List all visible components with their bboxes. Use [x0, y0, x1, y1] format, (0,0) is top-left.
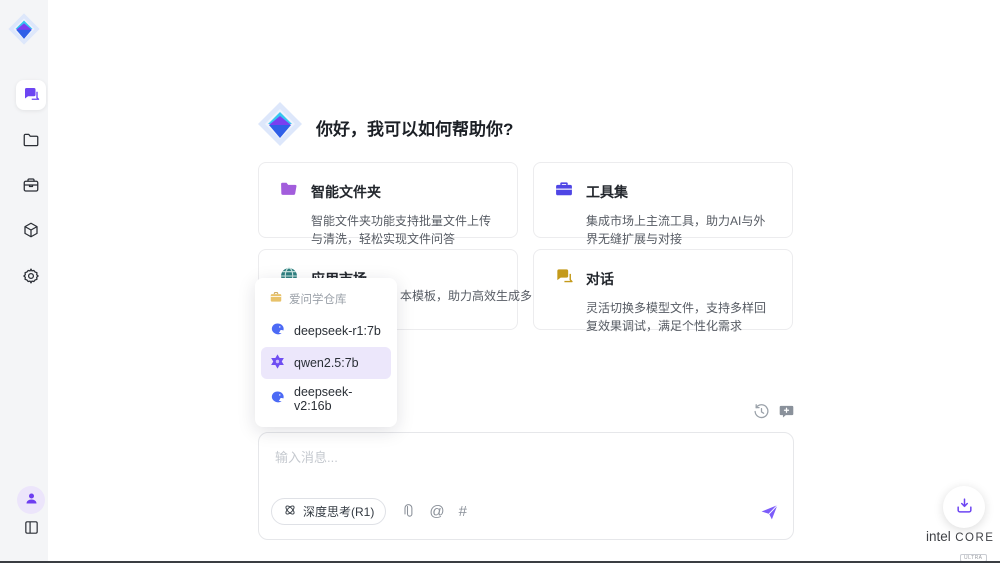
model-option-label: deepseek-v2:16b	[294, 385, 383, 413]
send-plane-icon	[760, 509, 779, 524]
smart-folder-icon	[279, 179, 299, 204]
assistant-logo-icon	[256, 100, 304, 148]
model-option-label: deepseek-r1:7b	[294, 324, 381, 338]
sidebar	[0, 0, 48, 561]
message-composer: 深度思考(R1) @ #	[258, 432, 794, 540]
deep-think-label: 深度思考(R1)	[303, 503, 374, 520]
chat-bubbles-gold-icon	[554, 266, 574, 291]
model-source-label: 爱问学仓库	[289, 291, 347, 307]
sidebar-item-settings[interactable]	[16, 262, 46, 292]
sidebar-item-folders[interactable]	[16, 126, 46, 156]
app-logo-icon[interactable]	[7, 12, 41, 46]
model-option-deepseek-v2[interactable]: deepseek-v2:16b	[261, 379, 391, 419]
intel-core-logo: intel core ultra	[926, 528, 996, 564]
atom-icon	[283, 503, 297, 520]
folder-icon	[22, 131, 40, 152]
mention-icon[interactable]: @	[429, 503, 444, 520]
card-description: 智能文件夹功能支持批量文件上传与清洗，轻松实现文件问答	[311, 212, 497, 248]
history-button[interactable]	[752, 403, 770, 421]
model-option-qwen[interactable]: qwen2.5:7b	[261, 347, 391, 379]
attach-file-button[interactable]	[400, 504, 415, 519]
topic-hash-icon[interactable]: #	[459, 503, 467, 520]
card-description: 集成市场上主流工具，助力AI与外界无缝扩展与对接	[586, 212, 772, 248]
greeting-title: 你好，我可以如何帮助你?	[316, 115, 513, 140]
warehouse-icon	[269, 290, 283, 307]
card-title: 智能文件夹	[311, 182, 381, 202]
toolbox-filled-icon	[554, 179, 574, 204]
composer-toolbar: 深度思考(R1) @ #	[271, 498, 779, 525]
collapse-sidebar-button[interactable]	[16, 514, 46, 544]
card-smart-folder[interactable]: 智能文件夹 智能文件夹功能支持批量文件上传与清洗，轻松实现文件问答	[258, 162, 518, 238]
briefcase-icon	[22, 176, 40, 197]
card-conversation[interactable]: 对话 灵活切换多模型文件，支持多样回复效果调试，满足个性化需求	[533, 249, 793, 330]
gear-icon	[22, 267, 40, 288]
model-source-header: 爱问学仓库	[261, 286, 391, 315]
paperclip-icon	[400, 507, 415, 522]
qwen-icon	[269, 353, 286, 373]
app-window: 你好，我可以如何帮助你? 智能文件夹 智能文件夹功能支持批量文件上传与清洗，轻松…	[0, 0, 1000, 563]
card-title: 工具集	[586, 182, 628, 202]
new-chat-icon	[778, 408, 795, 423]
card-toolset[interactable]: 工具集 集成市场上主流工具，助力AI与外界无缝扩展与对接	[533, 162, 793, 238]
sidebar-item-models[interactable]	[16, 216, 46, 246]
intel-wordmark: intel	[926, 529, 951, 544]
panel-layout-icon	[23, 519, 40, 539]
new-chat-button[interactable]	[777, 403, 795, 421]
download-fab-button[interactable]	[943, 486, 985, 528]
card-description: 灵活切换多模型文件，支持多样回复效果调试，满足个性化需求	[586, 299, 772, 335]
deepseek-icon	[269, 389, 286, 409]
user-icon	[24, 491, 39, 509]
cube-icon	[22, 221, 40, 242]
chat-bubble-icon	[22, 85, 40, 106]
model-option-label: qwen2.5:7b	[294, 356, 359, 370]
sidebar-item-chat[interactable]	[16, 80, 46, 110]
deepseek-icon	[269, 321, 286, 341]
user-avatar[interactable]	[17, 486, 45, 514]
model-dropdown: 爱问学仓库 deepseek-r1:7b qwen2.5:7b	[255, 278, 397, 427]
download-icon	[955, 496, 974, 518]
send-button[interactable]	[760, 502, 779, 521]
sidebar-item-toolbox[interactable]	[16, 171, 46, 201]
deep-think-toggle[interactable]: 深度思考(R1)	[271, 498, 386, 525]
core-wordmark: core	[955, 532, 994, 544]
message-input[interactable]	[275, 447, 775, 495]
model-option-deepseek-r1[interactable]: deepseek-r1:7b	[261, 315, 391, 347]
card-title: 对话	[586, 269, 614, 289]
history-icon	[753, 408, 770, 423]
card-description-partial: 本模板，助力高效生成多	[400, 287, 532, 305]
